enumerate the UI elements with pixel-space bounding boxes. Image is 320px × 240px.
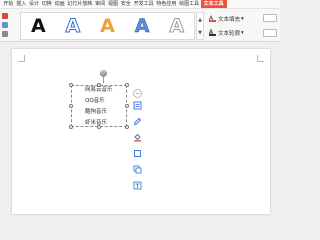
pencil-icon	[133, 117, 142, 126]
ribbon-tab-bar: 开始 插入 设计 切换 动画 幻灯片放映 审阅 视图 安全 开发工具 特色应用 绘图工具 文本工具	[0, 0, 280, 9]
rotate-connector	[103, 77, 104, 83]
ribbon-tab-11[interactable]: 特色应用	[155, 0, 178, 8]
layout-options-button[interactable]	[131, 99, 144, 112]
text-outline-label: 文本轮廓	[218, 31, 241, 37]
ribbon-tab-10[interactable]: 开发工具	[132, 0, 155, 8]
text-char-icon	[133, 181, 142, 190]
text-align-icon[interactable]	[263, 29, 277, 37]
text-fill-dropdown-icon[interactable]: ▾	[241, 16, 244, 22]
ribbon-tab-1[interactable]: 开始	[2, 0, 15, 8]
ribbon-tab-7[interactable]: 审阅	[94, 0, 107, 8]
ribbon-tab-5[interactable]: 动画	[53, 0, 66, 8]
resize-handle-right[interactable]	[125, 104, 129, 108]
text-outline-button[interactable]: A 文本轮廓 ▾	[209, 29, 244, 37]
text-direction-icon[interactable]	[263, 14, 277, 22]
text-box-line-1: 网易云音乐	[85, 87, 113, 93]
resize-handle-bottom-left[interactable]	[69, 125, 73, 129]
copy-format-button[interactable]	[131, 163, 144, 176]
scroll-down-icon[interactable]: ▼	[198, 30, 202, 36]
crop-mark-top-right	[257, 55, 264, 62]
edit-text-button[interactable]	[131, 115, 144, 128]
copy-icon	[133, 165, 142, 174]
layout-options-icon	[133, 101, 142, 110]
collapse-toolbar-icon[interactable]: −	[133, 89, 142, 98]
outline-square-icon	[134, 150, 141, 157]
text-tool-button[interactable]	[131, 179, 144, 192]
ribbon-tab-6[interactable]: 幻灯片放映	[66, 0, 94, 8]
ribbon-tab-8[interactable]: 视图	[107, 0, 120, 8]
text-style-orange[interactable]: A	[93, 13, 121, 39]
text-style-gallery: A A A A A	[20, 12, 195, 40]
text-box-line-3: 酷狗音乐	[85, 109, 108, 115]
text-fill-button[interactable]: A 文本填充 ▾	[209, 15, 244, 23]
format-painter-icon[interactable]	[2, 13, 8, 19]
gallery-scroll[interactable]: ▲ ▼	[196, 12, 204, 40]
resize-handle-bottom-right[interactable]	[125, 125, 129, 129]
ribbon-tab-4[interactable]: 切换	[40, 0, 53, 8]
ribbon-panel: A A A A A ▲ ▼ A 文本填充 ▾ A 文本轮廓 ▾	[0, 9, 280, 42]
text-effects-icon[interactable]	[2, 22, 8, 28]
resize-handle-left[interactable]	[69, 104, 73, 108]
text-style-blue-gradient[interactable]: A	[128, 13, 156, 39]
fill-bucket-icon	[134, 133, 141, 142]
scroll-up-icon[interactable]: ▲	[198, 17, 202, 23]
crop-mark-top-left	[18, 55, 25, 62]
text-style-black[interactable]: A	[24, 13, 52, 39]
ribbon-tab-3[interactable]: 设计	[28, 0, 41, 8]
clear-format-icon[interactable]	[2, 31, 8, 37]
text-style-gray-outline[interactable]: A	[163, 13, 191, 39]
text-box-line-2: QQ音乐	[85, 98, 105, 104]
rotate-handle-icon[interactable]: ⟳	[100, 70, 107, 77]
text-style-blue-outline[interactable]: A	[59, 13, 87, 39]
text-outline-icon: A	[209, 29, 216, 36]
ribbon-tab-12[interactable]: 绘图工具	[178, 0, 201, 8]
text-outline-dropdown-icon[interactable]: ▾	[241, 30, 244, 36]
ribbon-tab-9[interactable]: 安全	[119, 0, 132, 8]
resize-handle-top-right[interactable]	[125, 83, 129, 87]
text-fill-label: 文本填充	[218, 17, 241, 23]
floating-toolbar: −	[131, 89, 145, 227]
shape-outline-button[interactable]	[131, 147, 144, 160]
text-box-line-4: 虾米音乐	[85, 120, 108, 126]
shape-fill-button[interactable]	[131, 131, 144, 144]
ribbon-tab-2[interactable]: 插入	[15, 0, 28, 8]
ribbon-tab-13[interactable]: 文本工具	[200, 0, 227, 8]
text-fill-icon: A	[209, 16, 216, 22]
resize-handle-top-left[interactable]	[69, 83, 73, 87]
